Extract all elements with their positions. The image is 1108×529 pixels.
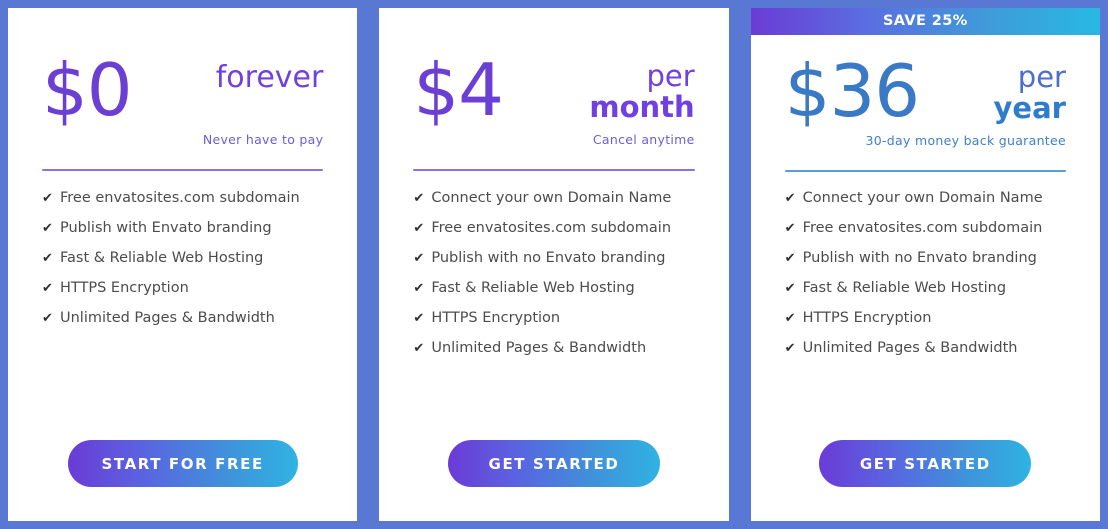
check-icon: ✔ [42, 221, 53, 236]
feature-label: Fast & Reliable Web Hosting [802, 280, 1007, 296]
cta-container: START FOR FREE [8, 440, 357, 521]
check-icon: ✔ [413, 221, 425, 236]
header-divider [413, 169, 695, 172]
price-period-bottom: forever [215, 60, 324, 95]
feature-list: ✔ Free envatosites.com subdomain ✔ Publi… [8, 190, 357, 440]
feature-label: Fast & Reliable Web Hosting [60, 250, 264, 266]
price-header: $36 per year 30-day money back guarantee [751, 35, 1100, 190]
check-icon: ✔ [42, 191, 53, 206]
list-item: ✔ Fast & Reliable Web Hosting [785, 280, 1066, 296]
list-item: ✔ Free envatosites.com subdomain [42, 190, 323, 206]
plan-card-free: $0 forever Never have to pay ✔ Free enva… [8, 8, 358, 521]
list-item: ✔ HTTPS Encryption [42, 280, 323, 296]
price-period-bottom: month [589, 89, 695, 124]
header-divider [784, 170, 1066, 173]
check-icon: ✔ [413, 251, 425, 266]
feature-label: Fast & Reliable Web Hosting [431, 280, 635, 296]
feature-label: Publish with no Envato branding [802, 250, 1037, 266]
feature-label: Connect your own Domain Name [802, 190, 1043, 206]
feature-label: HTTPS Encryption [60, 280, 189, 296]
check-icon: ✔ [413, 191, 425, 206]
price-period: per year [994, 57, 1066, 123]
check-icon: ✔ [784, 251, 796, 266]
price-note: Never have to pay [202, 132, 324, 148]
list-item: ✔ Publish with no Envato branding [413, 250, 694, 266]
list-item: ✔ HTTPS Encryption [413, 310, 694, 326]
list-item: ✔ Unlimited Pages & Bandwidth [42, 310, 323, 326]
check-icon: ✔ [42, 311, 53, 326]
price-period: per month [589, 56, 694, 122]
plan-card-monthly: $4 per month Cancel anytime ✔ Connect yo… [379, 8, 729, 521]
cta-container: GET STARTED [751, 440, 1100, 521]
feature-label: Publish with Envato branding [60, 220, 272, 236]
feature-label: Unlimited Pages & Bandwidth [431, 340, 647, 356]
header-divider [42, 169, 324, 172]
feature-list: ✔ Connect your own Domain Name ✔ Free en… [379, 190, 728, 440]
price-row: $36 per year [784, 35, 1066, 133]
check-icon: ✔ [413, 341, 425, 356]
get-started-button[interactable]: GET STARTED [447, 440, 660, 487]
check-icon: ✔ [784, 311, 796, 326]
check-icon: ✔ [784, 341, 796, 356]
feature-label: Unlimited Pages & Bandwidth [60, 310, 275, 326]
feature-label: Connect your own Domain Name [431, 190, 672, 206]
feature-label: Free envatosites.com subdomain [802, 220, 1043, 236]
check-icon: ✔ [413, 281, 425, 296]
price-row: $0 forever [42, 8, 324, 132]
feature-label: Unlimited Pages & Bandwidth [802, 340, 1018, 356]
price-period-top: per [1017, 60, 1066, 94]
cta-container: GET STARTED [379, 440, 728, 521]
list-item: ✔ Connect your own Domain Name [785, 190, 1066, 206]
feature-label: HTTPS Encryption [802, 310, 932, 326]
plan-card-yearly: SAVE 25% $36 per year 30-day money back … [750, 8, 1100, 521]
price-period: forever [216, 56, 324, 94]
list-item: ✔ Unlimited Pages & Bandwidth [785, 340, 1066, 356]
get-started-button[interactable]: GET STARTED [819, 440, 1032, 487]
list-item: ✔ Fast & Reliable Web Hosting [42, 250, 323, 266]
list-item: ✔ Free envatosites.com subdomain [413, 220, 694, 236]
status-badge: SAVE 25% [750, 8, 1100, 35]
check-icon: ✔ [784, 191, 796, 206]
pricing-table: $0 forever Never have to pay ✔ Free enva… [0, 0, 1108, 529]
check-icon: ✔ [784, 281, 796, 296]
feature-list: ✔ Connect your own Domain Name ✔ Free en… [751, 190, 1100, 440]
list-item: ✔ Fast & Reliable Web Hosting [413, 280, 694, 296]
price-period-top: per [646, 59, 695, 93]
list-item: ✔ Free envatosites.com subdomain [785, 220, 1066, 236]
feature-label: HTTPS Encryption [431, 310, 561, 326]
feature-label: Free envatosites.com subdomain [60, 190, 300, 206]
feature-label: Publish with no Envato branding [431, 250, 666, 266]
list-item: ✔ HTTPS Encryption [785, 310, 1066, 326]
price-period-bottom: year [993, 90, 1066, 125]
feature-label: Free envatosites.com subdomain [431, 220, 672, 236]
check-icon: ✔ [42, 251, 53, 266]
list-item: ✔ Unlimited Pages & Bandwidth [413, 340, 694, 356]
list-item: ✔ Publish with no Envato branding [785, 250, 1066, 266]
price-note: Cancel anytime [592, 132, 695, 148]
price-note: 30-day money back guarantee [865, 133, 1066, 149]
check-icon: ✔ [413, 311, 425, 326]
price-row: $4 per month [413, 8, 694, 132]
start-for-free-button[interactable]: START FOR FREE [67, 440, 298, 487]
price-amount: $36 [784, 49, 920, 133]
check-icon: ✔ [42, 281, 53, 296]
price-header: $0 forever Never have to pay [8, 8, 357, 190]
list-item: ✔ Connect your own Domain Name [413, 190, 694, 206]
price-amount: $4 [413, 48, 504, 132]
price-amount: $0 [42, 48, 133, 132]
price-header: $4 per month Cancel anytime [379, 8, 728, 190]
check-icon: ✔ [784, 221, 796, 236]
list-item: ✔ Publish with Envato branding [42, 220, 323, 236]
